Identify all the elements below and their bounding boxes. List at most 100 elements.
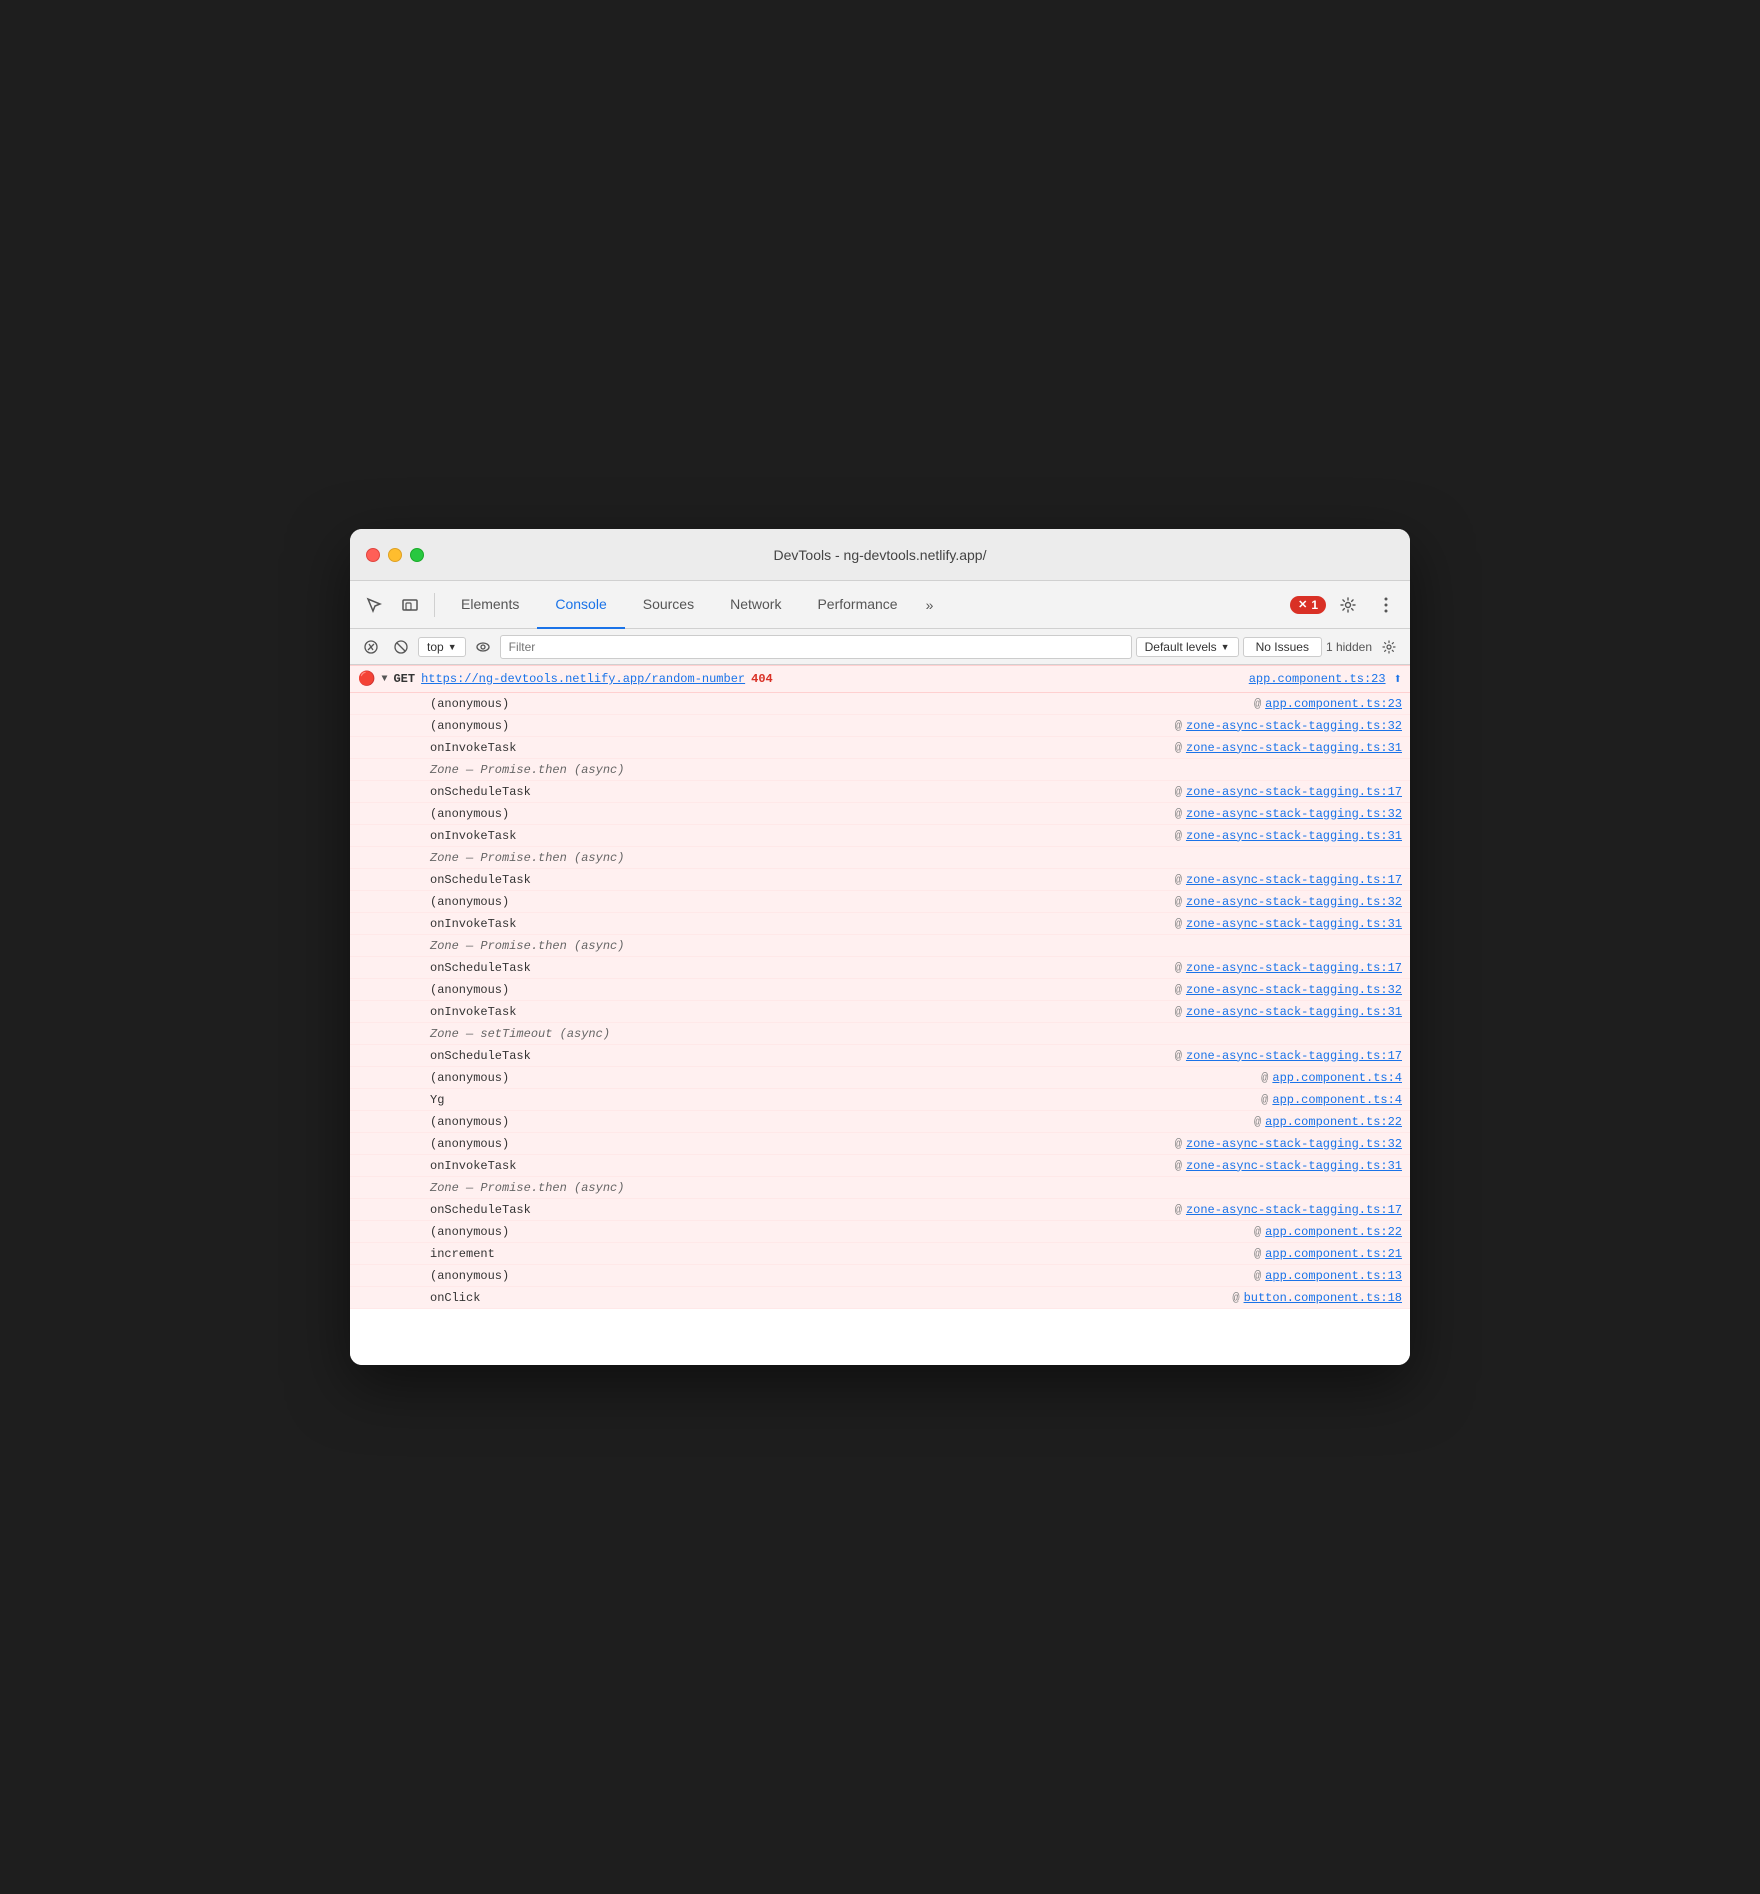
stack-name: onClick bbox=[430, 1291, 1232, 1305]
stack-row: onInvokeTask @ zone-async-stack-tagging.… bbox=[350, 913, 1410, 935]
tab-elements[interactable]: Elements bbox=[443, 581, 537, 629]
tab-console[interactable]: Console bbox=[537, 581, 624, 629]
stack-at-symbol: @ bbox=[1175, 1137, 1182, 1151]
no-issues-button[interactable]: No Issues bbox=[1243, 637, 1322, 657]
stack-name: (anonymous) bbox=[430, 1225, 1254, 1239]
stack-source-link[interactable]: zone-async-stack-tagging.ts:17 bbox=[1186, 1049, 1402, 1063]
stack-name: onInvokeTask bbox=[430, 1159, 1175, 1173]
console-settings-button[interactable] bbox=[1376, 634, 1402, 660]
close-button[interactable] bbox=[366, 548, 380, 562]
stack-at-symbol: @ bbox=[1175, 1005, 1182, 1019]
stack-row: (anonymous) @ zone-async-stack-tagging.t… bbox=[350, 803, 1410, 825]
settings-button[interactable] bbox=[1332, 589, 1364, 621]
error-x-icon: ✕ bbox=[1298, 598, 1307, 611]
prohibit-button[interactable] bbox=[388, 634, 414, 660]
stack-name: onInvokeTask bbox=[430, 829, 1175, 843]
stack-at-symbol: @ bbox=[1175, 961, 1182, 975]
stack-name: (anonymous) bbox=[430, 1071, 1261, 1085]
filter-input[interactable] bbox=[500, 635, 1132, 659]
inspect-element-button[interactable] bbox=[358, 589, 390, 621]
titlebar: DevTools - ng-devtools.netlify.app/ bbox=[350, 529, 1410, 581]
stack-source-link[interactable]: zone-async-stack-tagging.ts:32 bbox=[1186, 895, 1402, 909]
context-selector[interactable]: top ▼ bbox=[418, 637, 466, 657]
stack-name: Zone — setTimeout (async) bbox=[430, 1027, 1402, 1041]
stack-name: onScheduleTask bbox=[430, 1049, 1175, 1063]
stack-source-link[interactable]: zone-async-stack-tagging.ts:31 bbox=[1186, 917, 1402, 931]
stack-at-symbol: @ bbox=[1261, 1071, 1268, 1085]
stack-source-link[interactable]: app.component.ts:4 bbox=[1272, 1071, 1402, 1085]
expand-button[interactable]: ▼ bbox=[381, 674, 387, 685]
stack-name: (anonymous) bbox=[430, 895, 1175, 909]
stack-source-link[interactable]: zone-async-stack-tagging.ts:17 bbox=[1186, 873, 1402, 887]
stack-name: (anonymous) bbox=[430, 719, 1175, 733]
stack-row: (anonymous) @ app.component.ts:22 bbox=[350, 1111, 1410, 1133]
stack-at-symbol: @ bbox=[1254, 1247, 1261, 1261]
stack-source-link[interactable]: app.component.ts:4 bbox=[1272, 1093, 1402, 1107]
stack-row: (anonymous) @ zone-async-stack-tagging.t… bbox=[350, 715, 1410, 737]
error-count-badge[interactable]: ✕ 1 bbox=[1290, 596, 1326, 614]
stack-source-link[interactable]: app.component.ts:13 bbox=[1265, 1269, 1402, 1283]
stack-source-link[interactable]: app.component.ts:23 bbox=[1265, 697, 1402, 711]
stack-row: Zone — Promise.then (async) bbox=[350, 1177, 1410, 1199]
tab-sources[interactable]: Sources bbox=[625, 581, 712, 629]
stack-at-symbol: @ bbox=[1175, 895, 1182, 909]
stack-source-link[interactable]: zone-async-stack-tagging.ts:31 bbox=[1186, 1005, 1402, 1019]
window-title: DevTools - ng-devtools.netlify.app/ bbox=[774, 547, 987, 563]
stack-name: Zone — Promise.then (async) bbox=[430, 939, 1402, 953]
maximize-button[interactable] bbox=[410, 548, 424, 562]
error-url-link[interactable]: https://ng-devtools.netlify.app/random-n… bbox=[421, 672, 745, 686]
error-status-code: 404 bbox=[751, 672, 773, 686]
customize-button[interactable] bbox=[1370, 589, 1402, 621]
stack-row: Zone — Promise.then (async) bbox=[350, 935, 1410, 957]
devtools-window: DevTools - ng-devtools.netlify.app/ Elem… bbox=[350, 529, 1410, 1365]
hidden-count-label: 1 hidden bbox=[1326, 640, 1372, 654]
stack-source-link[interactable]: zone-async-stack-tagging.ts:32 bbox=[1186, 719, 1402, 733]
more-tabs-button[interactable]: » bbox=[916, 581, 944, 629]
eye-button[interactable] bbox=[470, 634, 496, 660]
stack-name: (anonymous) bbox=[430, 1115, 1254, 1129]
stack-source-link[interactable]: zone-async-stack-tagging.ts:31 bbox=[1186, 829, 1402, 843]
error-circle-icon: 🔴 bbox=[358, 671, 375, 688]
error-source-link[interactable]: app.component.ts:23 bbox=[1249, 672, 1386, 686]
stack-source-link[interactable]: zone-async-stack-tagging.ts:32 bbox=[1186, 807, 1402, 821]
log-levels-button[interactable]: Default levels ▼ bbox=[1136, 637, 1239, 657]
stack-row: (anonymous) @ zone-async-stack-tagging.t… bbox=[350, 979, 1410, 1001]
toolbar-right: ✕ 1 bbox=[1290, 589, 1402, 621]
traffic-lights bbox=[366, 548, 424, 562]
stack-source-link[interactable]: app.component.ts:22 bbox=[1265, 1225, 1402, 1239]
stack-row: (anonymous) @ app.component.ts:22 bbox=[350, 1221, 1410, 1243]
tab-network[interactable]: Network bbox=[712, 581, 799, 629]
stack-at-symbol: @ bbox=[1232, 1291, 1239, 1305]
stack-source-link[interactable]: app.component.ts:22 bbox=[1265, 1115, 1402, 1129]
stack-at-symbol: @ bbox=[1175, 785, 1182, 799]
stack-at-symbol: @ bbox=[1175, 917, 1182, 931]
error-row-right: app.component.ts:23 ⬆ bbox=[1249, 671, 1402, 688]
stack-source-link[interactable]: zone-async-stack-tagging.ts:31 bbox=[1186, 741, 1402, 755]
stack-name: onInvokeTask bbox=[430, 1005, 1175, 1019]
stack-source-link[interactable]: zone-async-stack-tagging.ts:31 bbox=[1186, 1159, 1402, 1173]
stack-at-symbol: @ bbox=[1175, 829, 1182, 843]
error-entry-row: 🔴 ▼ GET https://ng-devtools.netlify.app/… bbox=[350, 665, 1410, 693]
stack-name: (anonymous) bbox=[430, 807, 1175, 821]
stack-row: onInvokeTask @ zone-async-stack-tagging.… bbox=[350, 737, 1410, 759]
stack-source-link[interactable]: zone-async-stack-tagging.ts:17 bbox=[1186, 1203, 1402, 1217]
clear-console-button[interactable] bbox=[358, 634, 384, 660]
stack-source-link[interactable]: app.component.ts:21 bbox=[1265, 1247, 1402, 1261]
error-method: GET bbox=[393, 672, 415, 686]
stack-source-link[interactable]: zone-async-stack-tagging.ts:32 bbox=[1186, 983, 1402, 997]
stack-source-link[interactable]: zone-async-stack-tagging.ts:17 bbox=[1186, 961, 1402, 975]
stack-source-link[interactable]: zone-async-stack-tagging.ts:17 bbox=[1186, 785, 1402, 799]
minimize-button[interactable] bbox=[388, 548, 402, 562]
tab-bar: Elements Console Sources Network Perform… bbox=[443, 581, 1286, 629]
stack-row: (anonymous) @ app.component.ts:23 bbox=[350, 693, 1410, 715]
upload-icon[interactable]: ⬆ bbox=[1394, 671, 1402, 688]
stack-row: onScheduleTask @ zone-async-stack-taggin… bbox=[350, 1199, 1410, 1221]
stack-at-symbol: @ bbox=[1254, 1269, 1261, 1283]
stack-name: (anonymous) bbox=[430, 983, 1175, 997]
stack-source-link[interactable]: button.component.ts:18 bbox=[1244, 1291, 1402, 1305]
tab-performance[interactable]: Performance bbox=[799, 581, 915, 629]
stack-source-link[interactable]: zone-async-stack-tagging.ts:32 bbox=[1186, 1137, 1402, 1151]
device-toolbar-button[interactable] bbox=[394, 589, 426, 621]
stack-name: (anonymous) bbox=[430, 697, 1254, 711]
stack-at-symbol: @ bbox=[1254, 697, 1261, 711]
